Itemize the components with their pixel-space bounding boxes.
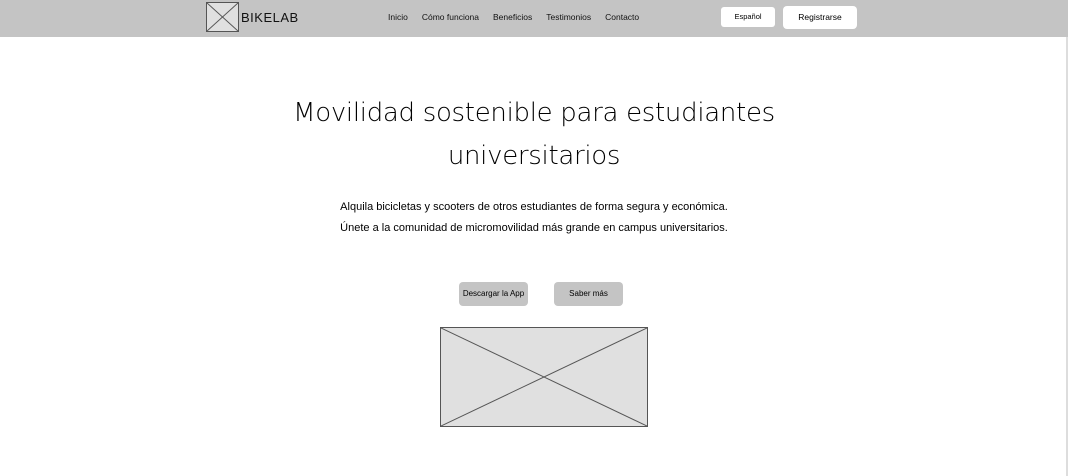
hero-image-placeholder: [440, 327, 648, 427]
brand-name[interactable]: BIKELAB: [241, 10, 299, 25]
nav-inicio[interactable]: Inicio: [388, 12, 408, 22]
hero-title: Movilidad sostenible para estudiantes un…: [234, 92, 834, 178]
header: BIKELAB Inicio Cómo funciona Beneficios …: [0, 0, 1068, 37]
image-placeholder-icon: [440, 327, 648, 427]
hero-description: Alquila bicicletas y scooters de otros e…: [340, 201, 728, 234]
logo-placeholder-icon[interactable]: [206, 2, 239, 32]
register-button[interactable]: Registrarse: [783, 6, 857, 29]
learn-more-button[interactable]: Saber más: [554, 282, 623, 306]
nav-contacto[interactable]: Contacto: [605, 12, 639, 22]
download-app-button[interactable]: Descargar la App: [459, 282, 528, 306]
language-selector[interactable]: Español: [721, 7, 775, 27]
hero-title-line-2: universitarios: [447, 141, 621, 171]
main-nav: Inicio Cómo funciona Beneficios Testimon…: [388, 12, 639, 22]
hero-title-line-1: Movilidad sostenible para estudiantes: [293, 98, 775, 128]
nav-beneficios[interactable]: Beneficios: [493, 12, 532, 22]
nav-como-funciona[interactable]: Cómo funciona: [422, 12, 479, 22]
nav-testimonios[interactable]: Testimonios: [546, 12, 591, 22]
